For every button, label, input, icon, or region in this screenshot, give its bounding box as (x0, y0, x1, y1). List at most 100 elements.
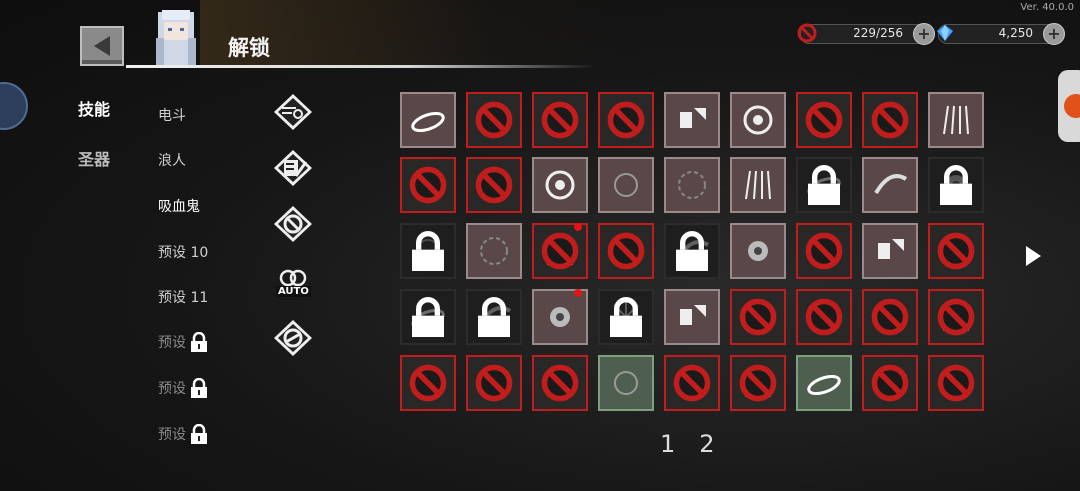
skill-slot[interactable] (928, 223, 984, 279)
skill-slot[interactable] (796, 157, 852, 213)
page-title: 解锁 (228, 36, 270, 60)
no-entry-icon (871, 101, 909, 139)
page-2[interactable]: 2 (699, 430, 716, 458)
lock-icon (478, 297, 510, 337)
preset-label: 电斗 (158, 108, 186, 124)
no-entry-icon (937, 232, 975, 270)
cancel-double-ring-icon (274, 320, 312, 356)
skill-slot[interactable] (796, 223, 852, 279)
skill-slot[interactable] (862, 92, 918, 148)
skill-slot[interactable] (664, 157, 720, 213)
skill-slot[interactable] (400, 223, 456, 279)
skill-slot[interactable] (664, 92, 720, 148)
lock-icon (412, 231, 444, 271)
skill-icon (680, 108, 706, 128)
skill-slot[interactable] (730, 355, 786, 411)
skill-icon (545, 170, 575, 200)
add-gold-button[interactable]: + (913, 23, 935, 45)
skill-slot[interactable] (598, 92, 654, 148)
skill-icon (678, 171, 706, 199)
skill-slot[interactable] (862, 157, 918, 213)
no-entry-icon (409, 166, 447, 204)
skill-slot[interactable] (796, 92, 852, 148)
preset-item[interactable]: 预设 (158, 424, 208, 444)
skill-slot[interactable] (466, 157, 522, 213)
skill-slot[interactable] (730, 92, 786, 148)
skill-slot[interactable] (400, 92, 456, 148)
pagination: 12 (660, 430, 739, 458)
skill-slot[interactable] (730, 157, 786, 213)
skill-slot[interactable] (466, 223, 522, 279)
skill-slot[interactable] (664, 289, 720, 345)
skill-slot[interactable] (928, 92, 984, 148)
checklist-edit-button[interactable] (272, 148, 314, 188)
skill-slot[interactable] (730, 289, 786, 345)
skill-icon (411, 111, 445, 133)
skill-icon (480, 237, 508, 265)
skill-slot[interactable] (928, 157, 984, 213)
skill-slot[interactable] (532, 355, 588, 411)
checklist-edit-icon (274, 150, 312, 186)
skill-icon (614, 371, 638, 395)
skill-slot[interactable] (730, 223, 786, 279)
preset-item[interactable]: 吸血鬼 (158, 196, 200, 216)
skill-icon (550, 307, 570, 327)
skill-slot[interactable] (466, 289, 522, 345)
skill-slot[interactable] (664, 223, 720, 279)
auto-ring-button[interactable]: AUTO (272, 264, 314, 304)
skill-slot[interactable] (796, 289, 852, 345)
skill-icon (745, 170, 771, 200)
gem-counter: 4,250 + (937, 23, 1065, 45)
skill-slot[interactable] (862, 223, 918, 279)
skill-slot[interactable] (400, 289, 456, 345)
skill-slot[interactable] (466, 355, 522, 411)
no-entry-icon (871, 298, 909, 336)
page-1[interactable]: 1 (660, 430, 677, 458)
preset-item[interactable]: 预设 10 (158, 242, 208, 262)
no-entry-icon (797, 23, 817, 43)
lock-icon (940, 165, 972, 205)
search-filter-button[interactable] (272, 92, 314, 132)
skill-slot[interactable] (532, 92, 588, 148)
preset-item[interactable]: 浪人 (158, 150, 186, 170)
side-event-button[interactable] (1058, 70, 1080, 142)
add-gem-button[interactable]: + (1043, 23, 1065, 45)
skill-slot[interactable] (466, 92, 522, 148)
skill-slot[interactable] (400, 355, 456, 411)
skill-slot[interactable] (664, 355, 720, 411)
cancel-double-ring-button[interactable] (272, 318, 314, 358)
skill-slot[interactable] (862, 355, 918, 411)
skill-slot[interactable] (862, 289, 918, 345)
no-entry-icon (475, 166, 513, 204)
skill-icon (878, 239, 904, 259)
cancel-ring-button[interactable] (272, 204, 314, 244)
skill-slot[interactable] (598, 157, 654, 213)
preset-item[interactable]: 预设 (158, 332, 208, 352)
skill-slot[interactable] (532, 157, 588, 213)
tab-skills[interactable]: 技能 (78, 96, 110, 120)
skill-slot[interactable] (598, 355, 654, 411)
gold-counter: 229/256 + (797, 23, 935, 45)
next-arrow-icon[interactable] (1026, 246, 1041, 266)
skill-slot[interactable] (532, 223, 588, 279)
skill-slot[interactable] (598, 289, 654, 345)
preset-label: 预设 10 (158, 245, 209, 261)
back-button[interactable] (80, 26, 124, 66)
skill-slot[interactable] (532, 289, 588, 345)
preset-item[interactable]: 电斗 (158, 105, 186, 125)
no-entry-icon (541, 101, 579, 139)
tab-relics[interactable]: 圣器 (78, 146, 110, 170)
preset-item[interactable]: 预设 (158, 378, 208, 398)
skill-icon (943, 105, 969, 135)
skill-slot[interactable] (928, 355, 984, 411)
skill-slot[interactable] (598, 223, 654, 279)
skill-slot[interactable] (928, 289, 984, 345)
preset-label: 浪人 (158, 153, 186, 169)
skill-slot[interactable] (796, 355, 852, 411)
preset-item[interactable]: 预设 11 (158, 287, 208, 307)
preset-label: 预设 (158, 427, 186, 443)
lock-icon (191, 378, 207, 398)
diamond-icon (937, 25, 953, 41)
skill-icon (874, 174, 908, 195)
skill-slot[interactable] (400, 157, 456, 213)
